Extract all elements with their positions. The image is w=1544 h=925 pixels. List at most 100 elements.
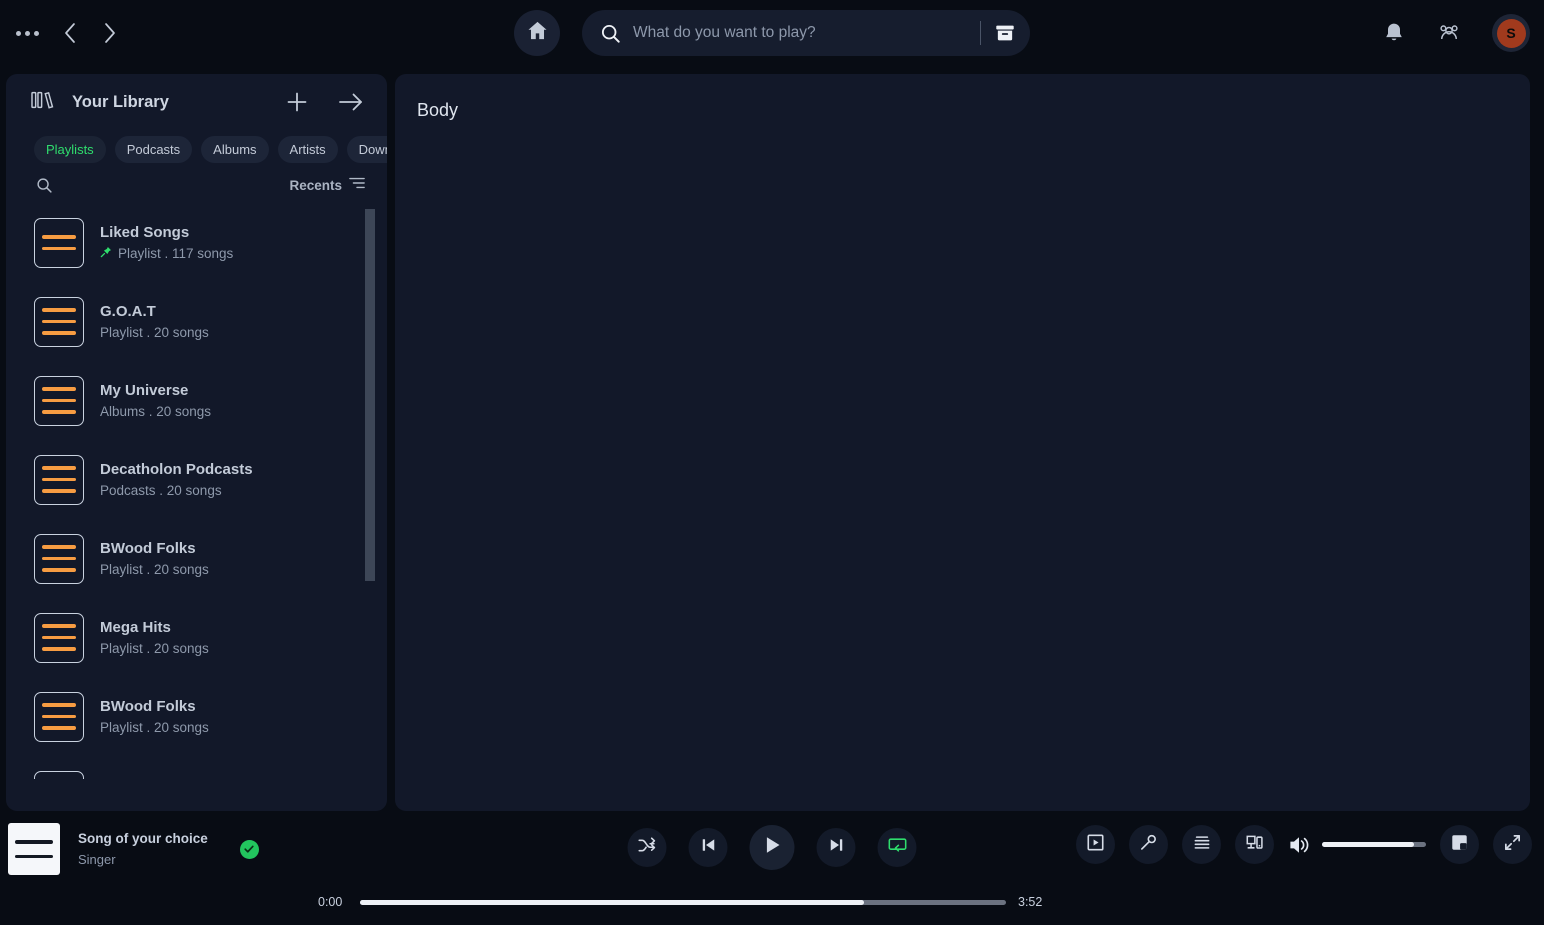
playlist-thumbnail <box>34 612 84 663</box>
top-bar-actions: S <box>1382 14 1530 52</box>
browse-box-icon[interactable] <box>994 22 1016 44</box>
list-item-text: My Universe Albums . 20 songs <box>100 382 211 419</box>
list-item-subtitle: Podcasts . 20 songs <box>100 483 253 498</box>
friend-activity-icon[interactable] <box>1436 21 1462 45</box>
list-item-text: G.O.A.T Playlist . 20 songs <box>100 303 209 340</box>
volume-high-icon[interactable] <box>1288 834 1312 856</box>
playlist-thumbnail <box>34 454 84 505</box>
list-item-title: BWood Folks <box>100 698 196 715</box>
top-bar-nav <box>0 18 200 48</box>
library-search-icon[interactable] <box>36 177 53 194</box>
main-content: Body <box>395 74 1530 811</box>
player-bar: Song of your choice Singer 0:00 3:52 <box>0 811 1544 925</box>
progress-bar[interactable] <box>360 899 1006 905</box>
list-item[interactable]: BWood Folks Playlist . 20 songs <box>34 677 371 756</box>
microphone-lyrics-icon <box>1139 833 1158 857</box>
fullscreen-icon <box>1503 833 1522 857</box>
page-title: Body <box>417 100 459 120</box>
playback-controls <box>627 825 917 870</box>
list-item-text: Liked Songs Playlist . 117 songs <box>100 224 233 261</box>
list-item-title: Liked Songs <box>100 224 190 241</box>
home-icon <box>526 19 549 47</box>
now-playing-thumbnail[interactable] <box>8 823 60 875</box>
check-circle-icon[interactable] <box>239 839 259 859</box>
library-header: Your Library <box>6 74 387 130</box>
repeat-icon <box>887 836 907 859</box>
mini-player-button[interactable] <box>1440 825 1479 864</box>
playlist-thumbnail <box>34 296 84 347</box>
list-item-text: BWood Folks Playlist . 20 songs <box>100 698 209 735</box>
queue-button[interactable] <box>1182 825 1221 864</box>
list-item[interactable]: Liked Songs Playlist . 117 songs <box>34 203 371 282</box>
shuffle-icon <box>638 836 657 860</box>
volume-control <box>1288 834 1426 856</box>
list-item-meta: Playlist . 20 songs <box>100 641 209 656</box>
search-input[interactable] <box>633 24 980 42</box>
filter-chip-albums[interactable]: Albums <box>201 136 269 163</box>
list-item[interactable]: BWood Folks Playlist . 20 songs <box>34 519 371 598</box>
list-item-meta: Playlist . 117 songs <box>118 246 234 261</box>
more-horizontal-icon[interactable] <box>12 25 43 42</box>
now-playing-view-button[interactable] <box>1076 825 1115 864</box>
library-list: Liked Songs Playlist . 117 songs G.O.A.T… <box>6 203 387 779</box>
next-button[interactable] <box>816 828 856 867</box>
list-item-meta: Playlist . 20 songs <box>100 720 209 735</box>
library-title: Your Library <box>72 92 169 111</box>
volume-slider[interactable] <box>1322 842 1426 847</box>
filter-chip-playlists[interactable]: Playlists <box>34 136 106 163</box>
library-scrollbar[interactable] <box>365 209 375 581</box>
connect-device-icon <box>1245 833 1264 857</box>
player-right-controls <box>1076 825 1532 864</box>
arrow-right-icon[interactable] <box>337 91 365 113</box>
playlist-thumbnail <box>34 691 84 742</box>
now-playing: Song of your choice Singer <box>8 823 259 875</box>
repeat-button[interactable] <box>877 828 917 867</box>
list-item[interactable]: Decatholon Podcasts Podcasts . 20 songs <box>34 440 371 519</box>
list-item[interactable]: My Universe Albums . 20 songs <box>34 361 371 440</box>
your-library-button[interactable]: Your Library <box>30 89 169 116</box>
list-item-meta: Albums . 20 songs <box>100 404 212 419</box>
library-filter-chips: Playlists Podcasts Albums Artists Downlo… <box>6 130 387 163</box>
previous-button[interactable] <box>688 828 728 867</box>
sidebar: Your Library Playlists Podcasts Albums A… <box>6 74 387 811</box>
search-icon <box>600 23 621 44</box>
filter-chip-downloaded[interactable]: Downloaded <box>346 136 387 163</box>
play-button[interactable] <box>749 825 795 870</box>
filter-chip-podcasts[interactable]: Podcasts <box>114 136 193 163</box>
list-item-partial[interactable] <box>34 756 371 779</box>
list-item-title: Decatholon Podcasts <box>100 461 253 478</box>
connect-device-button[interactable] <box>1235 825 1274 864</box>
bell-icon[interactable] <box>1382 21 1406 45</box>
list-item-title: Mega Hits <box>100 619 171 636</box>
sort-order-button[interactable]: Recents <box>289 176 365 195</box>
list-item[interactable]: Mega Hits Playlist . 20 songs <box>34 598 371 677</box>
search-divider <box>980 21 981 45</box>
skip-previous-icon <box>699 836 717 859</box>
home-button[interactable] <box>514 10 560 56</box>
now-playing-artist[interactable]: Singer <box>78 852 208 867</box>
progress-row: 0:00 3:52 <box>318 895 1048 909</box>
chevron-left-icon[interactable] <box>57 18 83 48</box>
pin-icon <box>100 246 112 261</box>
list-item-subtitle: Playlist . 20 songs <box>100 562 209 577</box>
filter-chip-artists[interactable]: Artists <box>277 136 338 163</box>
lyrics-button[interactable] <box>1129 825 1168 864</box>
now-playing-title[interactable]: Song of your choice <box>78 831 208 846</box>
elapsed-time: 0:00 <box>318 895 343 909</box>
chevron-right-icon[interactable] <box>97 18 123 48</box>
list-item-title: My Universe <box>100 382 189 399</box>
shuffle-button[interactable] <box>627 828 667 867</box>
list-item[interactable]: G.O.A.T Playlist . 20 songs <box>34 282 371 361</box>
play-icon <box>761 834 783 861</box>
duration-time: 3:52 <box>1018 895 1043 909</box>
playlist-thumbnail <box>34 217 84 268</box>
avatar[interactable]: S <box>1492 14 1530 52</box>
list-item-title: BWood Folks <box>100 540 196 557</box>
search-bar[interactable] <box>582 10 1030 56</box>
now-playing-view-icon <box>1086 833 1105 857</box>
playlist-thumbnail <box>34 533 84 584</box>
list-item-meta: Podcasts . 20 songs <box>100 483 222 498</box>
fullscreen-button[interactable] <box>1493 825 1532 864</box>
plus-icon[interactable] <box>285 90 309 114</box>
playlist-thumbnail <box>34 770 84 779</box>
